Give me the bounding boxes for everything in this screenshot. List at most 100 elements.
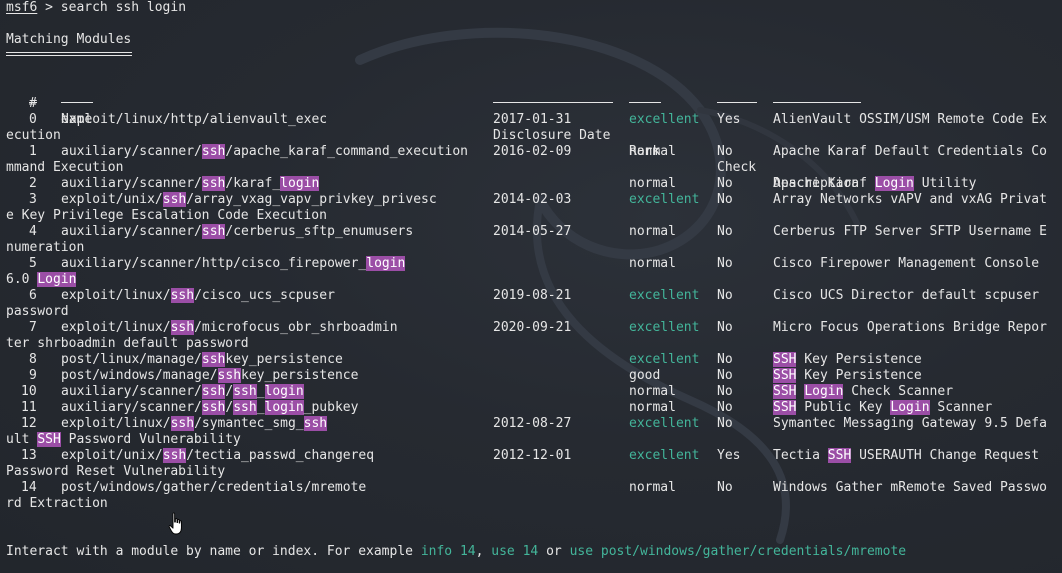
check-value: No: [717, 256, 733, 271]
rank-value: normal: [629, 224, 676, 239]
search-highlight: login: [366, 256, 406, 271]
rank-value: normal: [629, 176, 676, 191]
check-value: No: [717, 224, 733, 239]
search-highlight: ssh: [233, 400, 257, 415]
table-row[interactable]: 5 auxiliary/scanner/http/cisco_firepower_…: [0, 256, 1062, 272]
module-description: SSH Public Key Login Scanner: [773, 400, 992, 416]
module-description: Symantec Messaging Gateway 9.5 Defa: [773, 416, 1047, 432]
search-highlight: SSH: [37, 432, 61, 447]
check-value: No: [717, 144, 733, 159]
row-index: 8: [29, 352, 37, 367]
row-index: 6: [29, 288, 37, 303]
check-value: No: [717, 192, 733, 207]
footer-example-use-path[interactable]: use post/windows/gather/credentials/mrem…: [570, 544, 907, 559]
table-row[interactable]: 6 exploit/linux/ssh/cisco_ucs_scpuser 2019…: [0, 288, 1062, 304]
table-row[interactable]: 1 auxiliary/scanner/ssh/apache_karaf_comm…: [0, 144, 1062, 160]
table-row[interactable]: 14 post/windows/gather/credentials/mremot…: [0, 480, 1062, 496]
module-name[interactable]: auxiliary/scanner/ssh/karaf_login: [61, 176, 320, 192]
module-description: Tectia SSH USERAUTH Change Request: [773, 448, 1039, 464]
module-name[interactable]: post/windows/manage/sshkey_persistence: [61, 368, 358, 384]
module-name[interactable]: post/windows/gather/credentials/mremote: [61, 480, 366, 496]
module-name-segment: auxiliary/scanner/: [61, 176, 202, 191]
search-highlight: ssh: [201, 176, 226, 191]
module-name-segment: auxiliary/scanner/: [61, 144, 202, 159]
module-name[interactable]: auxiliary/scanner/ssh/cerberus_sftp_enum…: [61, 224, 413, 240]
table-row[interactable]: 8 post/linux/manage/sshkey_persistence exc…: [0, 352, 1062, 368]
check-value: No: [717, 384, 733, 399]
module-name-segment: /cerberus_sftp_enumusers: [225, 224, 414, 239]
search-highlight: login: [280, 176, 320, 191]
search-highlight: ssh: [201, 352, 226, 367]
wrapped-text-line: 6.0 Login: [6, 272, 77, 288]
table-row[interactable]: 0 exploit/linux/http/alienvault_exec 2017-…: [0, 112, 1062, 128]
row-index: 14: [21, 480, 37, 495]
module-name[interactable]: exploit/unix/ssh/array_vxag_vapv_privkey…: [61, 192, 437, 208]
section-title: Matching Modules: [6, 32, 132, 47]
footer-example-info[interactable]: info 14: [421, 544, 476, 559]
disclosure-date: 2016-02-09: [493, 144, 572, 159]
rank-value: normal: [629, 256, 676, 271]
module-name-segment: /karaf_: [225, 176, 281, 191]
column-underline-date: [493, 102, 613, 103]
module-name[interactable]: exploit/unix/ssh/tectia_passwd_changereq: [61, 448, 374, 464]
table-row[interactable]: 12 exploit/linux/ssh/symantec_smg_ssh 2012…: [0, 416, 1062, 432]
table-row[interactable]: 10 auxiliary/scanner/ssh/ssh_login normal N…: [0, 384, 1062, 400]
module-description: Apache Karaf Login Utility: [773, 176, 977, 192]
description-segment: Windows Gather mRemote Saved Passwo: [773, 480, 1047, 495]
module-description: SSH Login Check Scanner: [773, 384, 953, 400]
table-header: # Name Disclosure Date Rank Check Descri…: [0, 80, 859, 191]
table-row[interactable]: 3 exploit/unix/ssh/array_vxag_vapv_privke…: [0, 192, 1062, 208]
description-segment: Public Key: [796, 400, 891, 415]
column-header-date: Disclosure Date: [493, 128, 611, 143]
description-segment: Apache Karaf Default Credentials Co: [773, 144, 1047, 159]
wrapped-text-segment: ecution: [6, 128, 61, 143]
rank-value: excellent: [629, 192, 700, 207]
search-highlight: ssh: [170, 320, 195, 335]
prompt-command: search ssh login: [60, 0, 187, 15]
footer-example-use-index[interactable]: use 14: [491, 544, 538, 559]
check-value: No: [717, 480, 733, 495]
search-highlight: ssh: [201, 224, 226, 239]
table-row[interactable]: 7 exploit/linux/ssh/microfocus_obr_shrboa…: [0, 320, 1062, 336]
module-name[interactable]: exploit/linux/ssh/microfocus_obr_shrboad…: [61, 320, 398, 336]
description-segment: Tectia: [773, 448, 828, 463]
rank-value: excellent: [629, 320, 700, 335]
table-row[interactable]: 9 post/windows/manage/sshkey_persistence g…: [0, 368, 1062, 384]
module-name-segment: /array_vxag_vapv_privkey_privesc: [186, 192, 437, 207]
description-segment: AlienVault OSSIM/USM Remote Code Ex: [773, 112, 1047, 127]
module-name-segment: auxiliary/scanner/: [61, 400, 202, 415]
module-name[interactable]: post/linux/manage/sshkey_persistence: [61, 352, 343, 368]
search-highlight: ssh: [233, 384, 257, 399]
wrapped-text-segment: rd Extraction: [6, 496, 108, 511]
search-highlight: Login: [804, 384, 844, 399]
terminal-window[interactable]: msf6 > search ssh login Matching Modules…: [0, 0, 1062, 573]
wrapped-text-segment: Password Vulnerability: [60, 432, 241, 447]
table-row[interactable]: 4 auxiliary/scanner/ssh/cerberus_sftp_enu…: [0, 224, 1062, 240]
disclosure-date: 2014-05-27: [493, 224, 572, 239]
search-highlight: ssh: [162, 192, 187, 207]
description-segment: Array Networks vAPV and vxAG Privat: [773, 192, 1047, 207]
module-name[interactable]: auxiliary/scanner/ssh/ssh_login_pubkey: [61, 400, 358, 416]
rank-value: excellent: [629, 112, 700, 127]
module-name[interactable]: exploit/linux/http/alienvault_exec: [61, 112, 327, 128]
rank-value: excellent: [629, 448, 700, 463]
module-name[interactable]: auxiliary/scanner/ssh/ssh_login: [61, 384, 304, 400]
search-highlight: ssh: [170, 288, 195, 303]
table-row[interactable]: 13 exploit/unix/ssh/tectia_passwd_changer…: [0, 448, 1062, 464]
module-name[interactable]: auxiliary/scanner/http/cisco_firepower_l…: [61, 256, 406, 272]
module-name-segment: /symantec_smg_: [194, 416, 304, 431]
search-highlight: Login: [874, 176, 914, 191]
wrapped-text-segment: ult: [6, 432, 38, 447]
footer-intro: Interact with a module by name or index.…: [6, 544, 421, 559]
table-row[interactable]: 2 auxiliary/scanner/ssh/karaf_login normal…: [0, 176, 1062, 192]
check-value: Yes: [717, 448, 741, 463]
disclosure-date: 2019-08-21: [493, 288, 572, 303]
module-name[interactable]: exploit/linux/ssh/cisco_ucs_scpuser: [61, 288, 335, 304]
table-row[interactable]: 11 auxiliary/scanner/ssh/ssh_login_pubkey…: [0, 400, 1062, 416]
search-highlight: Login: [37, 272, 77, 287]
module-name-segment: /cisco_ucs_scpuser: [194, 288, 335, 303]
row-index: 2: [29, 176, 37, 191]
module-description: Cisco Firepower Management Console: [773, 256, 1039, 272]
module-name[interactable]: exploit/linux/ssh/symantec_smg_ssh: [61, 416, 328, 432]
module-name[interactable]: auxiliary/scanner/ssh/apache_karaf_comma…: [61, 144, 468, 160]
